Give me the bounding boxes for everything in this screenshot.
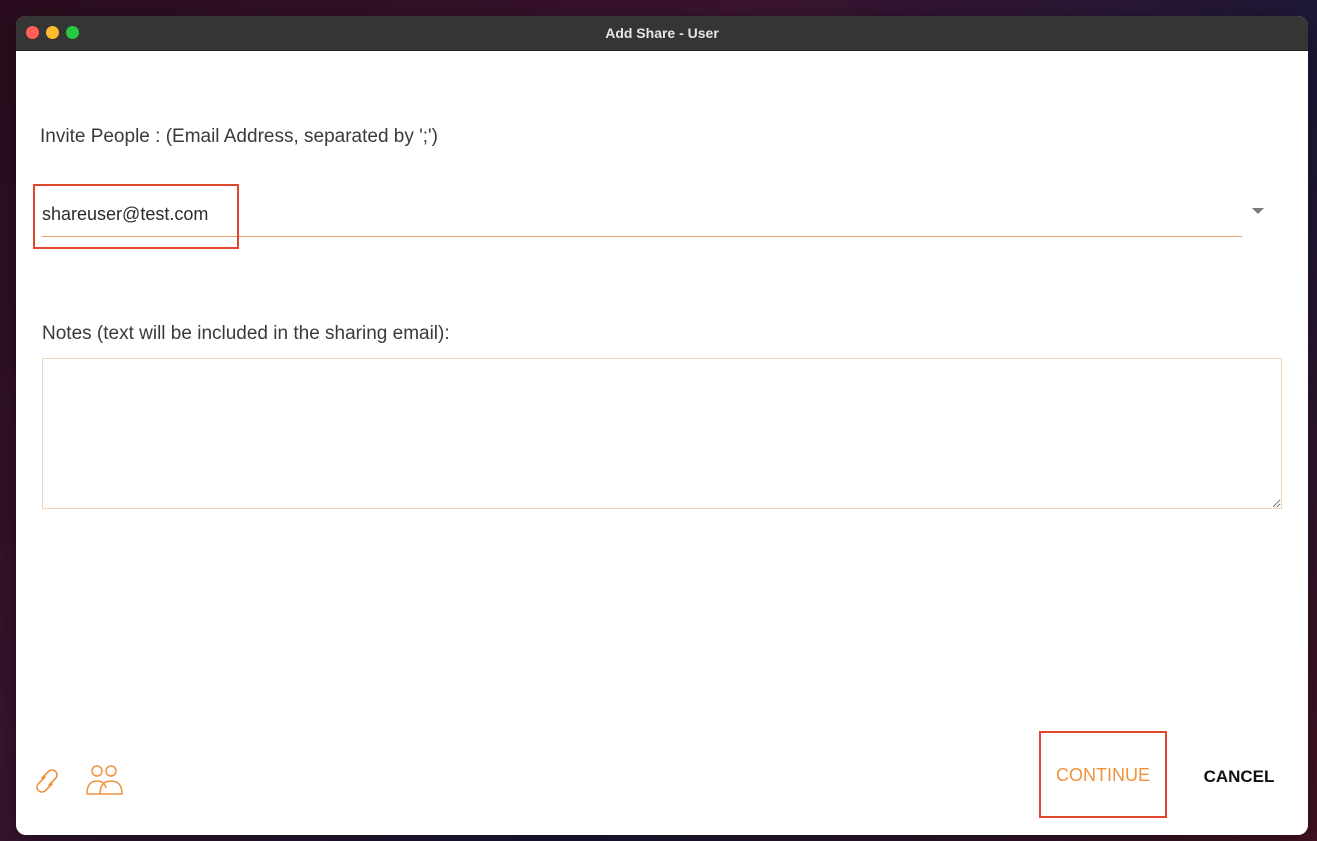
continue-button[interactable]: CONTINUE <box>1040 732 1166 818</box>
link-icon[interactable] <box>30 764 64 798</box>
cancel-button[interactable]: CANCEL <box>1192 760 1286 794</box>
people-icon[interactable] <box>84 763 126 797</box>
add-share-dialog: Add Share - User Invite People : (Email … <box>16 16 1308 835</box>
invite-people-label: Invite People : (Email Address, separate… <box>40 126 439 147</box>
window-title: Add Share - User <box>605 25 719 41</box>
notes-label: Notes (text will be included in the shar… <box>42 323 450 344</box>
dropdown-arrow-icon[interactable] <box>1252 208 1264 214</box>
email-highlight-box <box>33 184 239 249</box>
title-bar: Add Share - User <box>16 16 1308 51</box>
notes-textarea[interactable] <box>42 358 1282 509</box>
